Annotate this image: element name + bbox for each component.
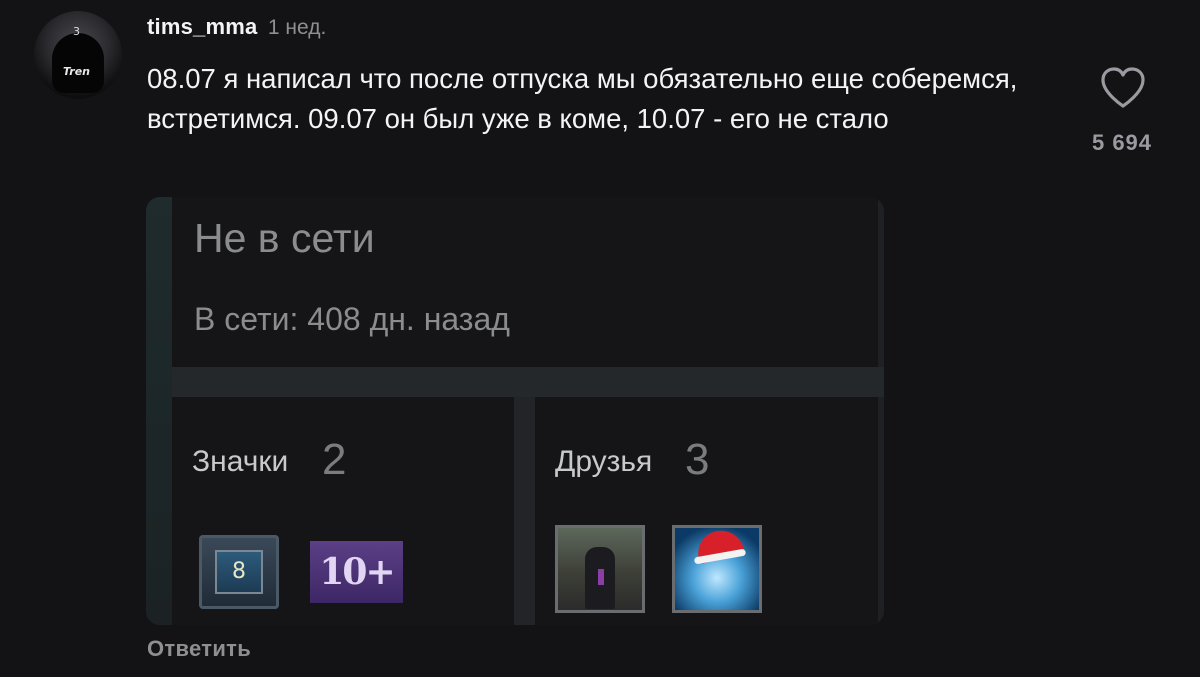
card-edge	[146, 197, 172, 625]
avatar-mask-text: Tren	[63, 65, 91, 78]
badges-count: 2	[322, 435, 347, 484]
badges-panel: Значки 2 8 10+	[172, 397, 514, 625]
avatar-figure	[52, 33, 104, 93]
friend-tie	[598, 569, 604, 585]
comment-header: tims_mma 1 нед.	[147, 14, 326, 40]
reply-button[interactable]: Ответить	[147, 636, 251, 662]
panel-divider	[172, 367, 884, 397]
like-count: 5 694	[1091, 130, 1153, 155]
friends-count: 3	[685, 435, 710, 484]
last-online-text: В сети: 408 дн. назад	[194, 301, 510, 337]
comment-text: 08.07 я написал что после отпуска мы обя…	[147, 63, 1018, 134]
friend-avatar	[672, 525, 762, 613]
comment-avatar[interactable]: 3 Tren	[34, 11, 122, 99]
attached-image[interactable]: Не в сети В сети: 408 дн. назад Значки 2…	[146, 197, 884, 625]
status-title: Не в сети	[194, 215, 375, 261]
friends-label: Друзья	[555, 445, 653, 478]
badges-label: Значки	[192, 445, 289, 478]
friends-panel: Друзья 3	[535, 397, 878, 625]
comment-username[interactable]: tims_mma	[147, 14, 257, 39]
heart-icon[interactable]	[1099, 66, 1147, 110]
status-panel: Не в сети В сети: 408 дн. назад	[172, 197, 878, 367]
friend-avatar	[555, 525, 645, 613]
badge-8-icon: 8	[199, 535, 279, 609]
avatar-cap-number: 3	[73, 25, 80, 38]
badge-10-plus-icon: 10+	[310, 541, 403, 603]
badge-8-label: 8	[215, 550, 263, 594]
panel-gap	[514, 397, 535, 625]
comment-timestamp: 1 нед.	[267, 16, 327, 39]
